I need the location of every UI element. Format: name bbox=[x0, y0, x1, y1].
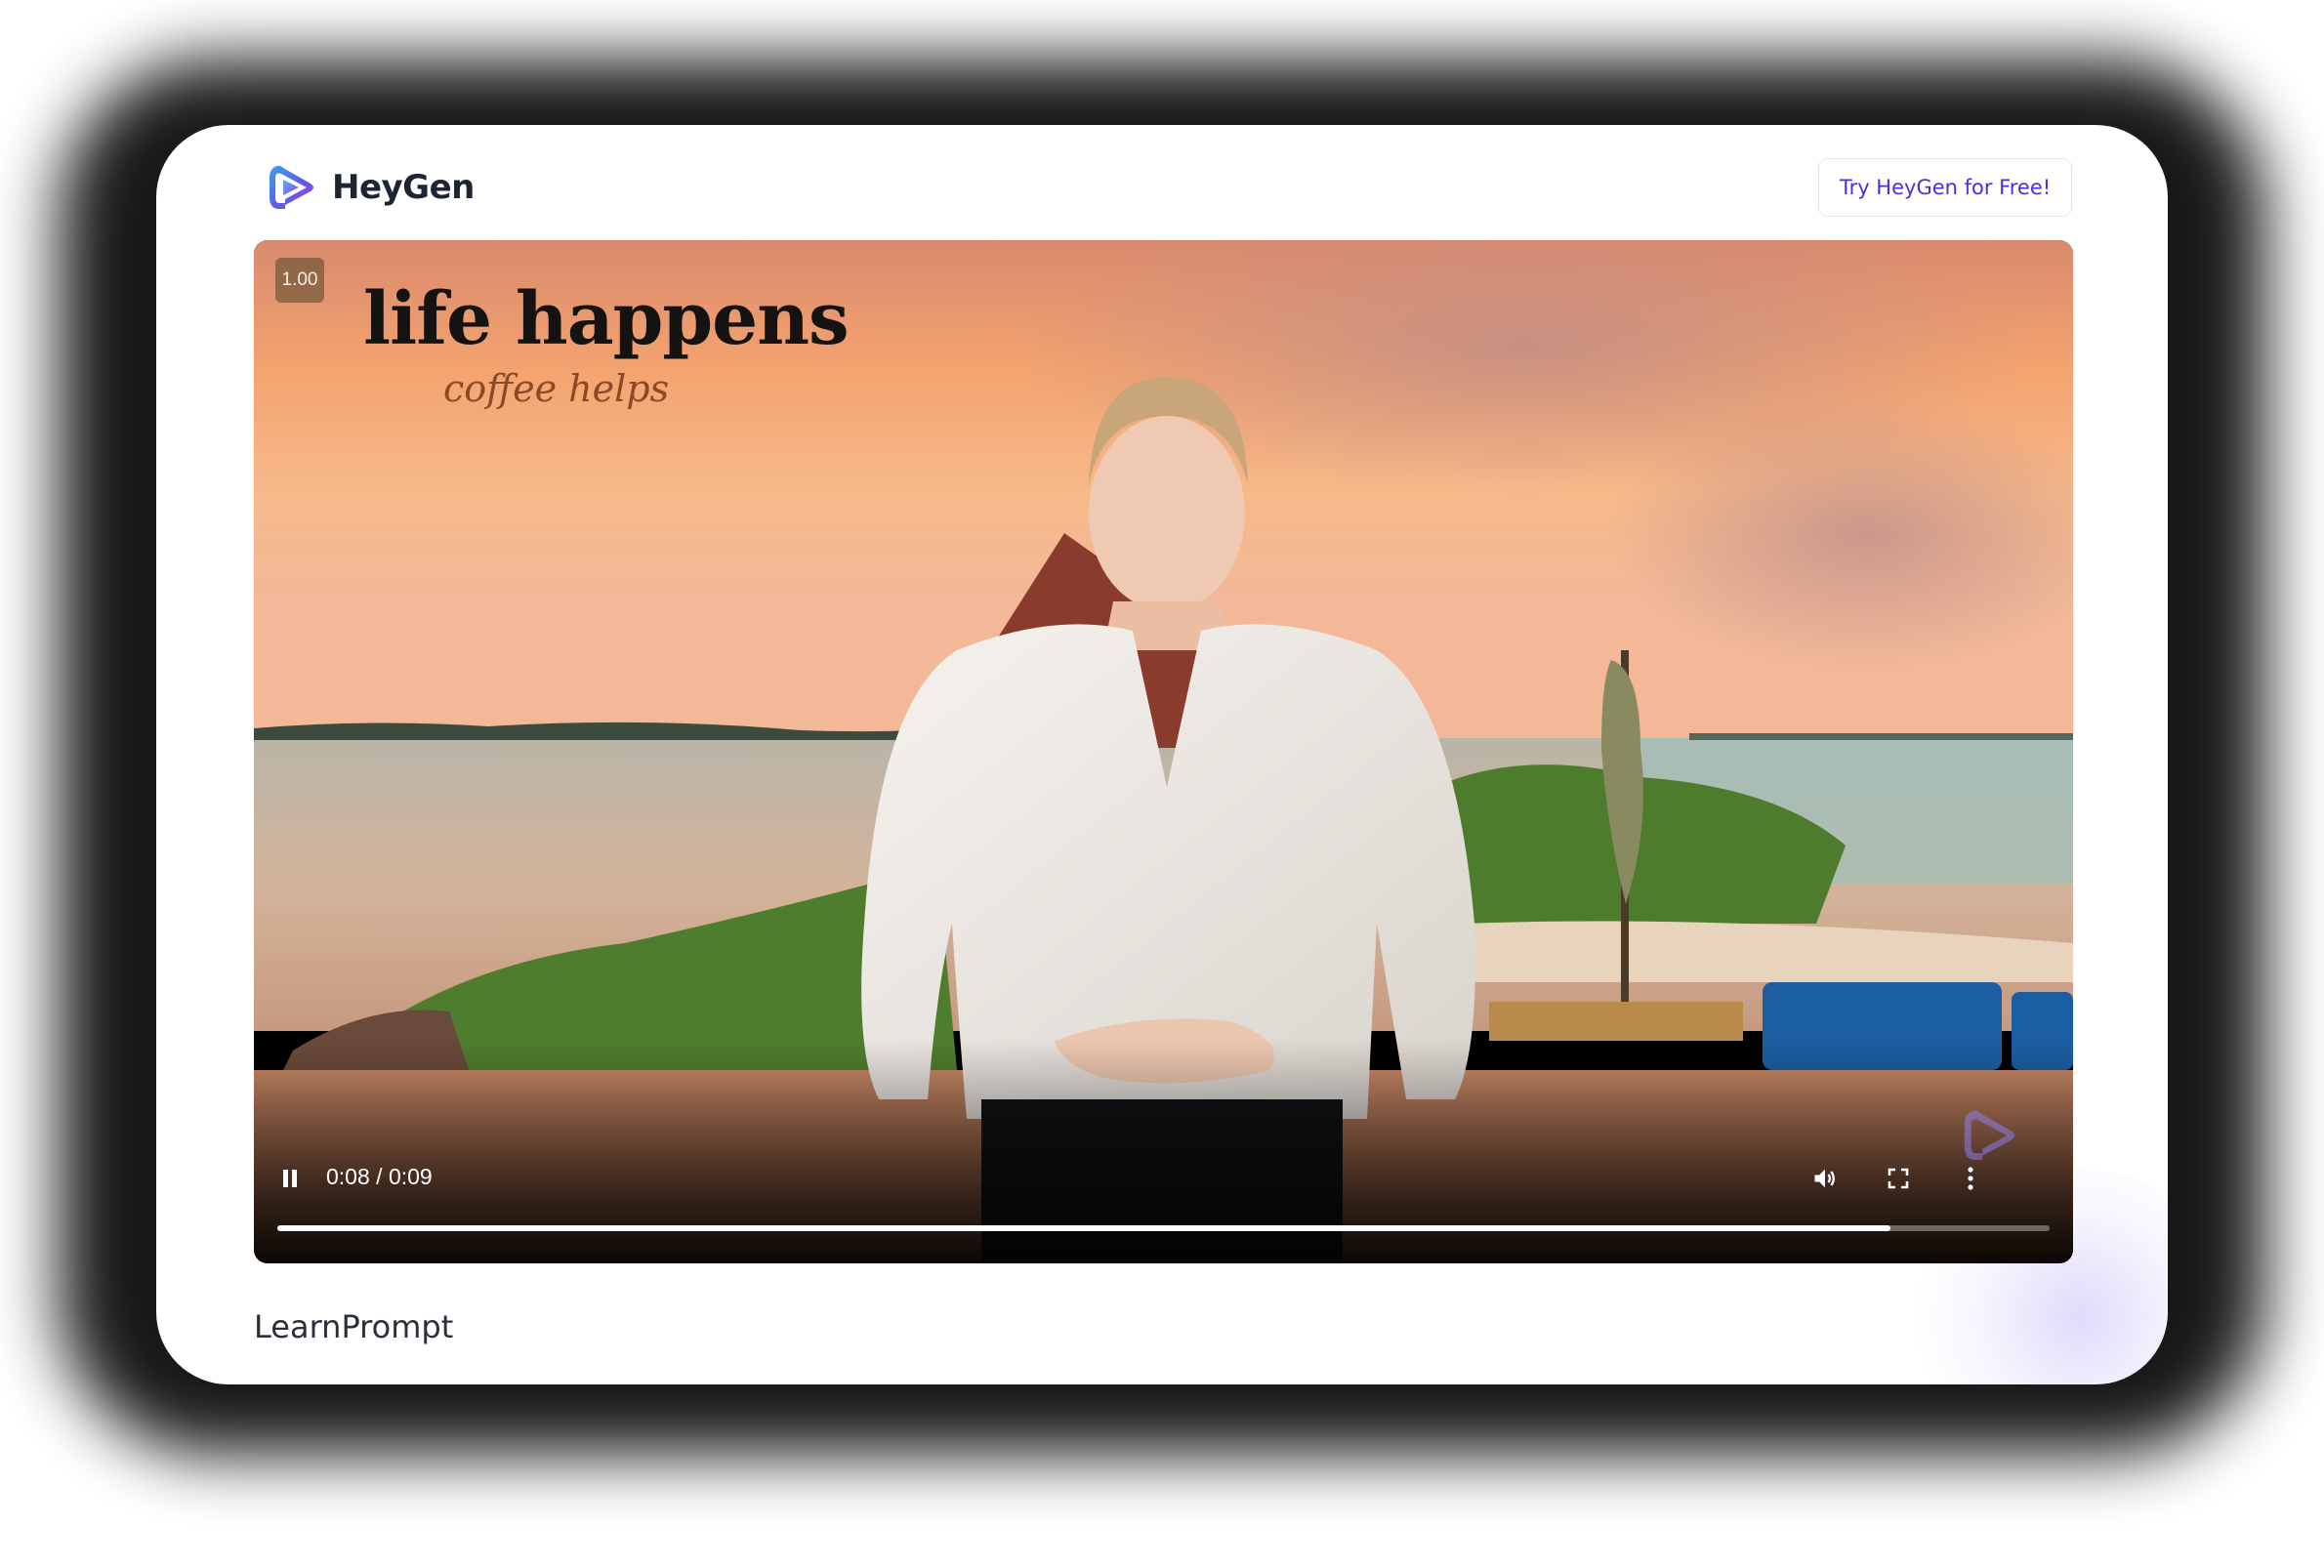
time-display: 0:08 / 0:09 bbox=[326, 1164, 433, 1190]
try-free-button[interactable]: Try HeyGen for Free! bbox=[1818, 158, 2072, 217]
fullscreen-icon bbox=[1888, 1168, 1909, 1189]
header: HeyGen Try HeyGen for Free! bbox=[156, 125, 2168, 240]
embed-card: HeyGen Try HeyGen for Free! 1.00 life ha… bbox=[156, 125, 2168, 1384]
pause-icon bbox=[283, 1170, 297, 1187]
pause-button[interactable] bbox=[273, 1162, 307, 1195]
overlay-headline: life happens bbox=[363, 277, 850, 361]
more-vertical-icon bbox=[1968, 1167, 1973, 1190]
video-player[interactable]: 1.00 life happens coffee helps 0:08 / 0:… bbox=[254, 240, 2073, 1263]
overlay-subheadline: coffee helps bbox=[443, 367, 670, 410]
footer-label: LearnPrompt bbox=[254, 1308, 454, 1345]
heygen-watermark-icon bbox=[1964, 1110, 2015, 1161]
volume-button[interactable] bbox=[1806, 1160, 1844, 1197]
more-options-button[interactable] bbox=[1952, 1160, 1989, 1197]
volume-icon bbox=[1814, 1169, 1835, 1188]
brand-name: HeyGen bbox=[332, 168, 475, 207]
heygen-logo-icon bbox=[270, 165, 313, 209]
progress-fill bbox=[277, 1225, 1890, 1231]
fullscreen-button[interactable] bbox=[1880, 1160, 1917, 1197]
current-time: 0:08 bbox=[326, 1164, 370, 1189]
heygen-logo[interactable]: HeyGen bbox=[264, 160, 475, 215]
time-separator: / bbox=[369, 1164, 389, 1189]
progress-bar[interactable] bbox=[277, 1225, 2050, 1231]
duration: 0:09 bbox=[388, 1164, 433, 1189]
playback-speed-badge[interactable]: 1.00 bbox=[275, 258, 324, 303]
